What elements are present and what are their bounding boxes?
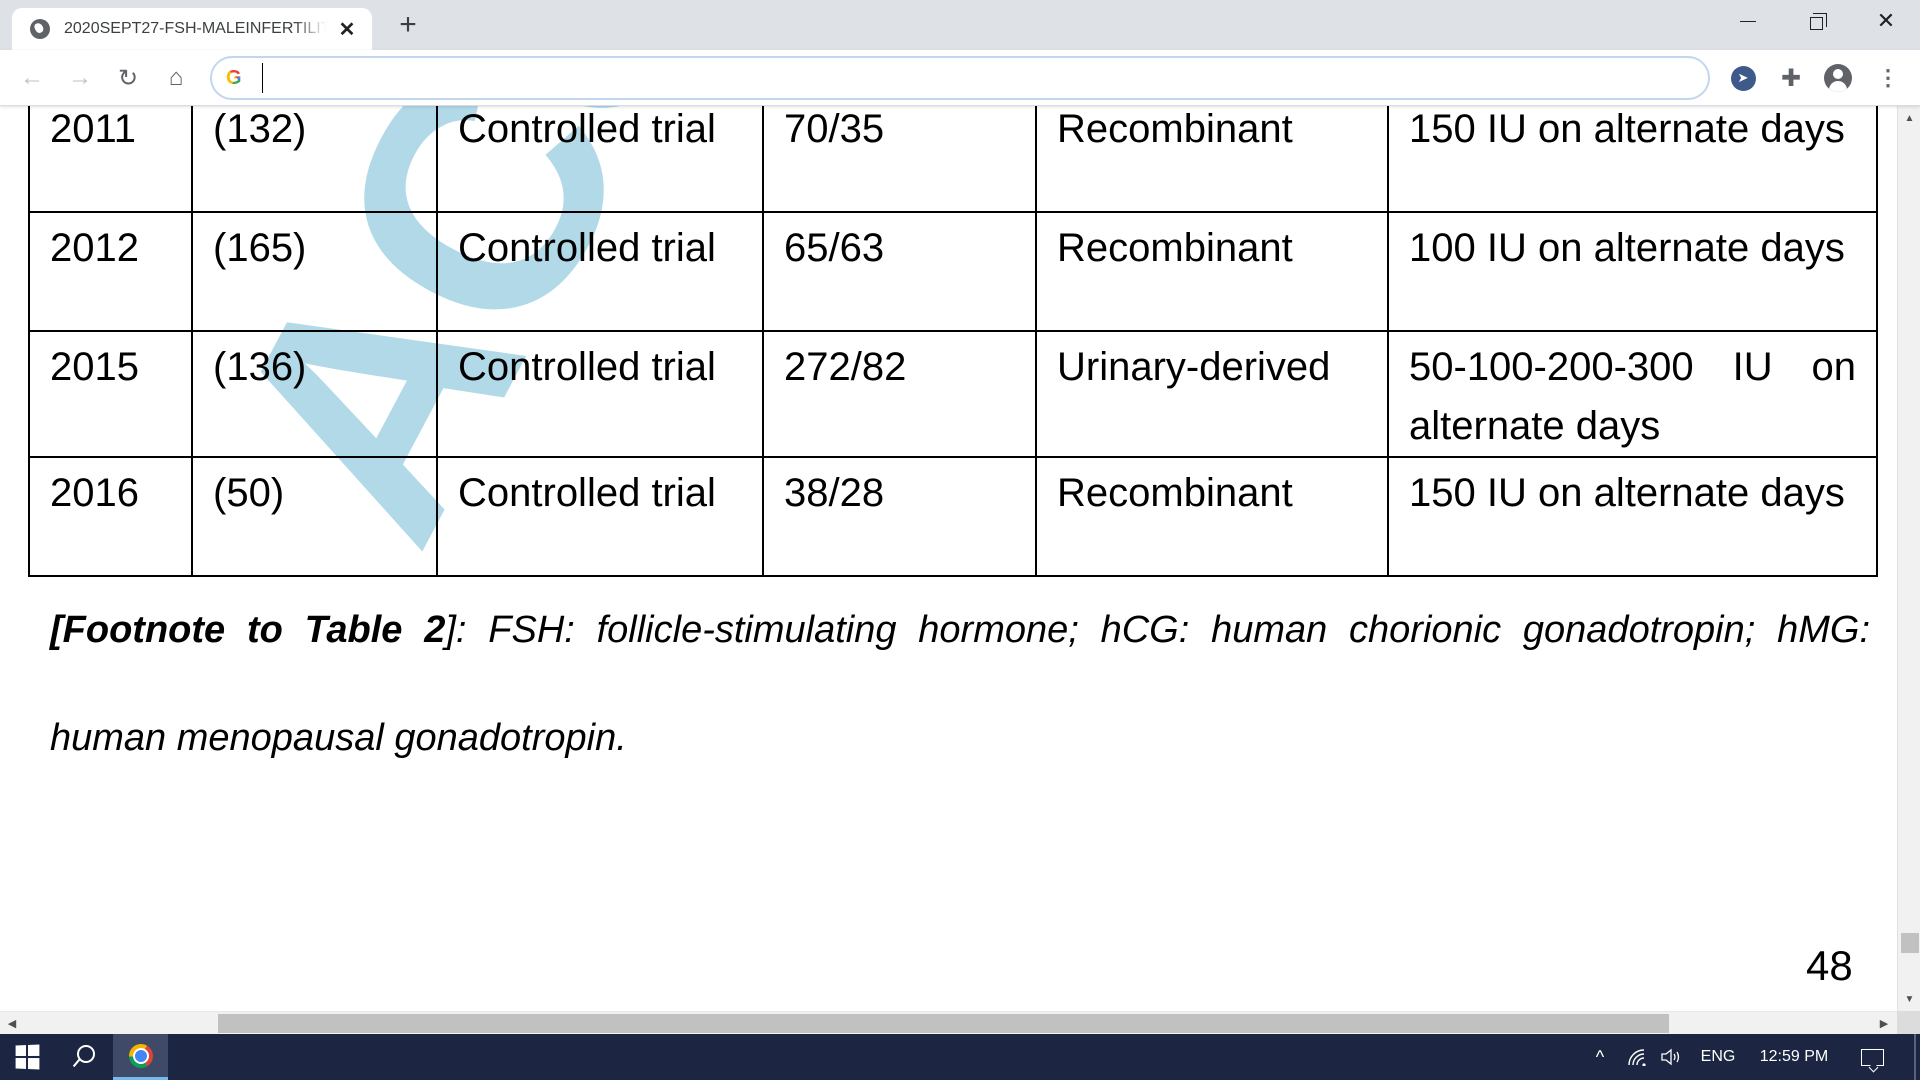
minimize-icon	[1740, 20, 1756, 22]
google-icon: G	[226, 67, 248, 90]
tab-strip: 2020SEPT27-FSH-MALEINFERTILITY ✕ + ✕	[0, 0, 1920, 50]
vertical-scrollbar[interactable]: ▲ ▼	[1897, 106, 1920, 1011]
volume-icon[interactable]	[1658, 1034, 1686, 1080]
study-design-cell: Controlled trial	[436, 211, 764, 332]
extensions-button[interactable]: ✚	[1777, 64, 1805, 92]
scroll-right-arrow-icon[interactable]: ▶	[1874, 1012, 1894, 1035]
start-button[interactable]	[0, 1034, 54, 1080]
windows-taskbar: ^ ENG 12:59 PM	[0, 1034, 1920, 1080]
taskbar-chrome-button[interactable]	[113, 1034, 168, 1080]
tab-title: 2020SEPT27-FSH-MALEINFERTILITY	[64, 20, 326, 37]
address-input[interactable]	[262, 63, 1662, 93]
dosage-cell: 150 IU on alternate days	[1387, 456, 1878, 577]
forward-button[interactable]: →	[64, 62, 96, 94]
puzzle-icon: ✚	[1780, 64, 1802, 92]
scroll-up-arrow-icon[interactable]: ▲	[1898, 108, 1920, 128]
group-ratio-cell: 70/35	[762, 106, 1037, 213]
profile-icon	[1824, 64, 1852, 92]
fsh-type-cell: Urinary-derived	[1035, 330, 1389, 458]
wifi-icon[interactable]	[1624, 1034, 1652, 1080]
data-table: 2011 (132) Controlled trial 70/35 Recombinan…	[28, 106, 1878, 577]
home-button[interactable]: ⌂	[160, 62, 192, 94]
browser-menu-button[interactable]: ⋮	[1874, 64, 1902, 92]
participants-cell: (165)	[191, 211, 438, 332]
cursor-extension-icon: ➤	[1730, 65, 1756, 91]
participants-cell: (136)	[191, 330, 438, 458]
back-button[interactable]: ←	[16, 62, 48, 94]
address-bar[interactable]: G	[210, 56, 1710, 100]
scrollbar-corner	[1897, 1011, 1920, 1034]
window-close-button[interactable]: ✕	[1852, 0, 1920, 42]
show-desktop-button[interactable]	[1914, 1034, 1916, 1080]
search-icon	[77, 1045, 95, 1063]
notification-icon	[1860, 1048, 1884, 1066]
system-clock[interactable]: 12:59 PM	[1752, 1034, 1836, 1080]
speaker-icon-svg	[1661, 1048, 1680, 1066]
document-viewport: ACC 2011 (132) Controlled trial 70/35 Recomb…	[0, 106, 1897, 1011]
year-cell: 2016	[28, 456, 193, 577]
group-ratio-cell: 65/63	[762, 211, 1037, 332]
table-row: 2015 (136) Controlled trial 272/82 Urinary-d…	[28, 330, 1878, 458]
minimize-button[interactable]	[1714, 0, 1782, 42]
vertical-scroll-thumb[interactable]	[1901, 933, 1919, 953]
fsh-type-cell: Recombinant	[1035, 456, 1389, 577]
action-center-button[interactable]	[1852, 1034, 1892, 1080]
horizontal-scroll-thumb[interactable]	[218, 1014, 1669, 1033]
wifi-icon-svg	[1628, 1049, 1646, 1066]
year-cell: 2011	[28, 106, 193, 213]
footnote-label: [Footnote to Table 2	[50, 609, 446, 651]
restore-button[interactable]	[1782, 0, 1850, 42]
scroll-down-arrow-icon[interactable]: ▼	[1898, 989, 1920, 1009]
group-ratio-cell: 272/82	[762, 330, 1037, 458]
globe-icon	[30, 19, 50, 39]
table-row: 2016 (50) Controlled trial 38/28 Recombinant…	[28, 456, 1878, 577]
tab-close-icon[interactable]: ✕	[336, 17, 358, 42]
dosage-cell: 100 IU on alternate days	[1387, 211, 1878, 332]
year-cell: 2015	[28, 330, 193, 458]
table-row: 2012 (165) Controlled trial 65/63 Recombinan…	[28, 211, 1878, 332]
profile-button[interactable]	[1824, 64, 1852, 92]
dosage-cell: 50-100-200-300 IU on alternate days	[1387, 330, 1878, 458]
fsh-type-cell: Recombinant	[1035, 106, 1389, 213]
participants-cell: (50)	[191, 456, 438, 577]
participants-cell: (132)	[191, 106, 438, 213]
browser-toolbar: ← → ↻ ⌂ G ➤ ✚ ⋮	[0, 50, 1920, 106]
chrome-icon	[128, 1043, 153, 1068]
show-hidden-icons-button[interactable]: ^	[1588, 1034, 1612, 1080]
study-design-cell: Controlled trial	[436, 106, 764, 213]
restore-icon	[1809, 12, 1827, 30]
study-design-cell: Controlled trial	[436, 330, 764, 458]
page-number: 48	[1806, 942, 1853, 989]
table-footnote: [Footnote to Table 2]: FSH: follicle-sti…	[50, 576, 1870, 792]
group-ratio-cell: 38/28	[762, 456, 1037, 577]
reload-button[interactable]: ↻	[112, 62, 144, 94]
fsh-type-cell: Recombinant	[1035, 211, 1389, 332]
cursor-extension-button[interactable]: ➤	[1729, 64, 1757, 92]
new-tab-button[interactable]: +	[392, 10, 424, 42]
study-design-cell: Controlled trial	[436, 456, 764, 577]
table-row: 2011 (132) Controlled trial 70/35 Recombinan…	[28, 106, 1878, 213]
year-cell: 2012	[28, 211, 193, 332]
browser-tab[interactable]: 2020SEPT27-FSH-MALEINFERTILITY ✕	[12, 8, 372, 50]
input-language-indicator[interactable]: ENG	[1697, 1034, 1739, 1080]
windows-logo-icon	[15, 1044, 40, 1070]
horizontal-scrollbar[interactable]: ◀ ▶	[0, 1011, 1897, 1034]
taskbar-search-button[interactable]	[54, 1034, 112, 1080]
dosage-cell: 150 IU on alternate days	[1387, 106, 1878, 213]
scroll-left-arrow-icon[interactable]: ◀	[2, 1012, 22, 1035]
